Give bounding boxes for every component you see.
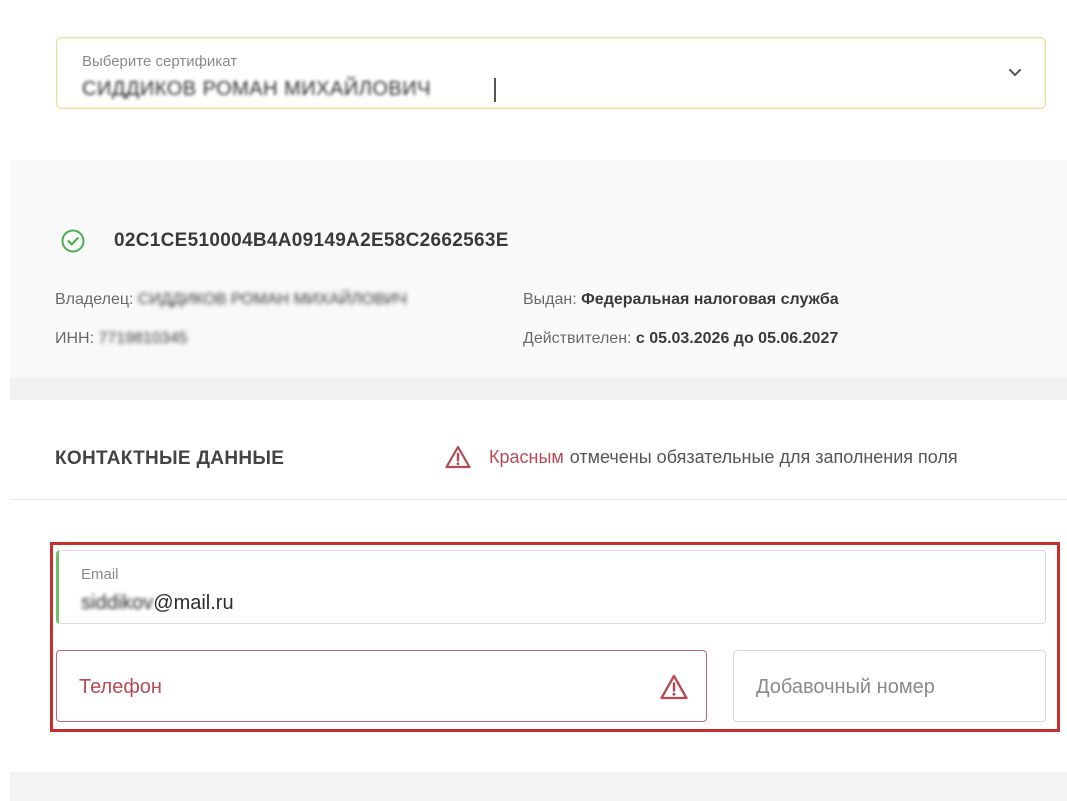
owner-row: Владелец: СИДДИКОВ РОМАН МИХАЙЛОВИЧ — [55, 291, 407, 309]
issuer-label: Выдан: — [523, 291, 577, 308]
owner-label: Владелец: — [55, 291, 134, 308]
email-field[interactable]: Email siddikov@mail.ru — [56, 550, 1046, 624]
certificate-select-value: СИДДИКОВ РОМАН МИХАЙЛОВИЧ — [82, 78, 431, 100]
page: Выберите сертификат СИДДИКОВ РОМАН МИХАЙ… — [0, 0, 1067, 801]
contacts-header: КОНТАКТНЫЕ ДАННЫЕ Красным отмечены обяза… — [10, 400, 1067, 500]
email-value: siddikov@mail.ru — [81, 592, 234, 615]
certificate-serial: 02C1CE510004B4A09149A2E58C2662563E — [114, 230, 509, 251]
chevron-down-icon[interactable] — [1007, 64, 1023, 80]
phone-placeholder: Телефон — [79, 676, 162, 698]
certificate-info: 02C1CE510004B4A09149A2E58C2662563E Владе… — [10, 160, 1067, 400]
certificate-select-label: Выберите сертификат — [82, 53, 238, 70]
inn-value: 7719810345 — [98, 330, 188, 347]
phone-field[interactable]: Телефон — [56, 650, 707, 722]
extension-placeholder: Добавочный номер — [756, 676, 935, 698]
issuer-row: Выдан: Федеральная налоговая служба — [523, 291, 839, 309]
inn-label: ИНН: — [55, 330, 95, 347]
issuer-value: Федеральная налоговая служба — [581, 291, 839, 308]
inn-row: ИНН: 7719810345 — [55, 330, 188, 348]
validity-label: Действителен: — [523, 330, 632, 347]
contacts-title: КОНТАКТНЫЕ ДАННЫЕ — [55, 448, 285, 469]
validity-value: с 05.03.2026 до 05.06.2027 — [635, 330, 839, 347]
email-local-part: siddikov — [81, 592, 154, 614]
extension-field[interactable]: Добавочный номер — [733, 650, 1046, 722]
warning-icon — [660, 674, 688, 700]
note-text: отмечены обязательные для заполнения пол… — [569, 446, 958, 467]
required-fields-note: Красным отмечены обязательные для заполн… — [445, 445, 958, 469]
owner-value: СИДДИКОВ РОМАН МИХАЙЛОВИЧ — [137, 291, 408, 308]
certificate-select[interactable]: Выберите сертификат СИДДИКОВ РОМАН МИХАЙ… — [56, 37, 1046, 109]
check-circle-icon — [61, 229, 85, 253]
certificate-id-row: 02C1CE510004B4A09149A2E58C2662563E — [60, 228, 509, 254]
text-caret — [494, 78, 496, 102]
email-label: Email — [81, 566, 119, 583]
warning-icon — [445, 445, 471, 469]
note-highlight: Красным — [489, 446, 564, 467]
bottom-section-edge — [10, 772, 1067, 801]
email-domain: @mail.ru — [153, 592, 234, 614]
validity-row: Действителен: с 05.03.2026 до 05.06.2027 — [523, 330, 838, 348]
